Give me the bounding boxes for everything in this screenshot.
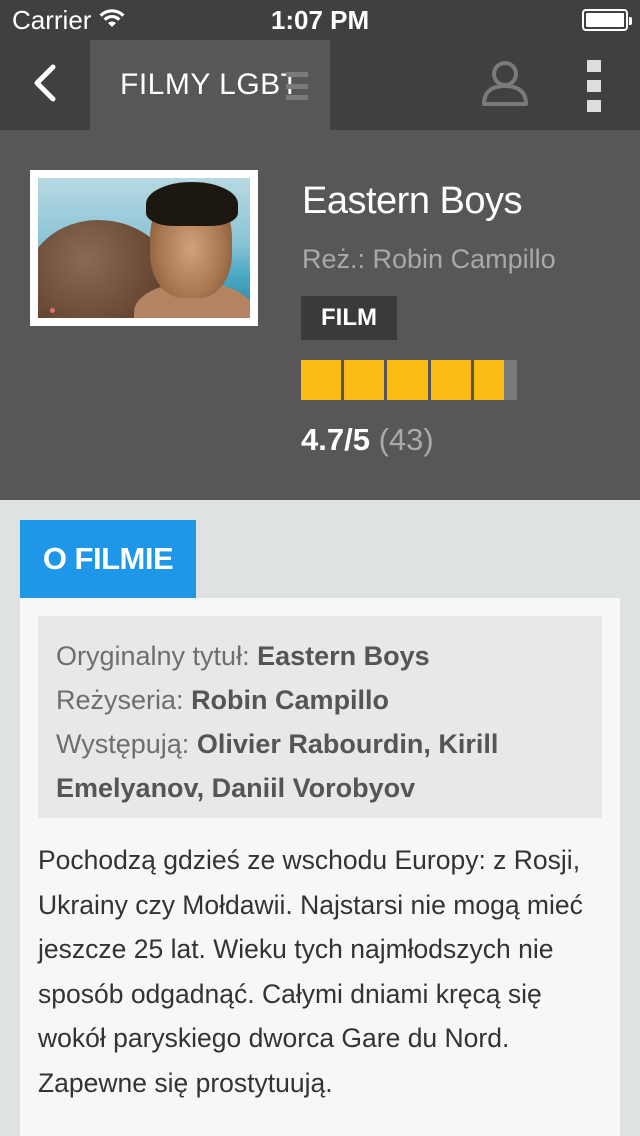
original-title-value: Eastern Boys: [257, 641, 430, 671]
cast-label: Występują:: [56, 729, 190, 759]
rating-count: (43): [378, 422, 434, 457]
section-tab[interactable]: FILMY LGBT: [90, 40, 330, 130]
film-description: Pochodzą gdzieś ze wschodu Europy: z Ros…: [38, 845, 583, 1098]
film-title: Eastern Boys: [302, 180, 523, 222]
poster-image: [38, 178, 250, 318]
original-title-row: Oryginalny tytuł: Eastern Boys: [56, 634, 584, 678]
wifi-icon: [99, 5, 125, 36]
cast-row: Występują: Olivier Rabourdin, Kirill Eme…: [56, 722, 584, 810]
original-title-label: Oryginalny tytuł:: [56, 641, 250, 671]
rating-segment: [344, 360, 388, 400]
user-button[interactable]: [470, 52, 540, 118]
director-value: Robin Campillo: [191, 685, 390, 715]
film-poster[interactable]: [30, 170, 258, 326]
battery-icon: [582, 9, 632, 31]
status-left: Carrier: [12, 5, 125, 36]
film-header: Eastern Boys Reż.: Robin Campillo FILM 4…: [0, 130, 640, 500]
nav-bar: FILMY LGBT: [0, 40, 640, 130]
carrier-label: Carrier: [12, 4, 92, 35]
rating-bar: [301, 360, 517, 400]
film-director: Reż.: Robin Campillo: [302, 244, 556, 274]
user-icon: [480, 58, 530, 113]
director-row: Reżyseria: Robin Campillo: [56, 678, 584, 722]
section-title: FILMY LGBT: [120, 68, 300, 101]
rating-score: 4.7/5: [301, 422, 370, 457]
rating-segment: [301, 360, 345, 400]
chevron-left-icon: [31, 63, 59, 108]
rating-text: 4.7/5 (43): [301, 422, 434, 458]
film-info-box: Oryginalny tytuł: Eastern Boys Reżyseria…: [38, 616, 602, 818]
status-bar: Carrier 1:07 PM: [0, 0, 640, 40]
more-icon[interactable]: [576, 60, 612, 112]
director-label: Reżyseria:: [56, 685, 184, 715]
back-button[interactable]: [0, 40, 90, 130]
about-card: Oryginalny tytuł: Eastern Boys Reżyseria…: [20, 598, 620, 1136]
type-badge: FILM: [301, 296, 397, 340]
rating-segment: [473, 360, 517, 400]
rating-segment: [430, 360, 474, 400]
menu-icon[interactable]: [286, 72, 308, 100]
rating-segment: [387, 360, 431, 400]
tab-about-film[interactable]: O FILMIE: [20, 520, 196, 598]
